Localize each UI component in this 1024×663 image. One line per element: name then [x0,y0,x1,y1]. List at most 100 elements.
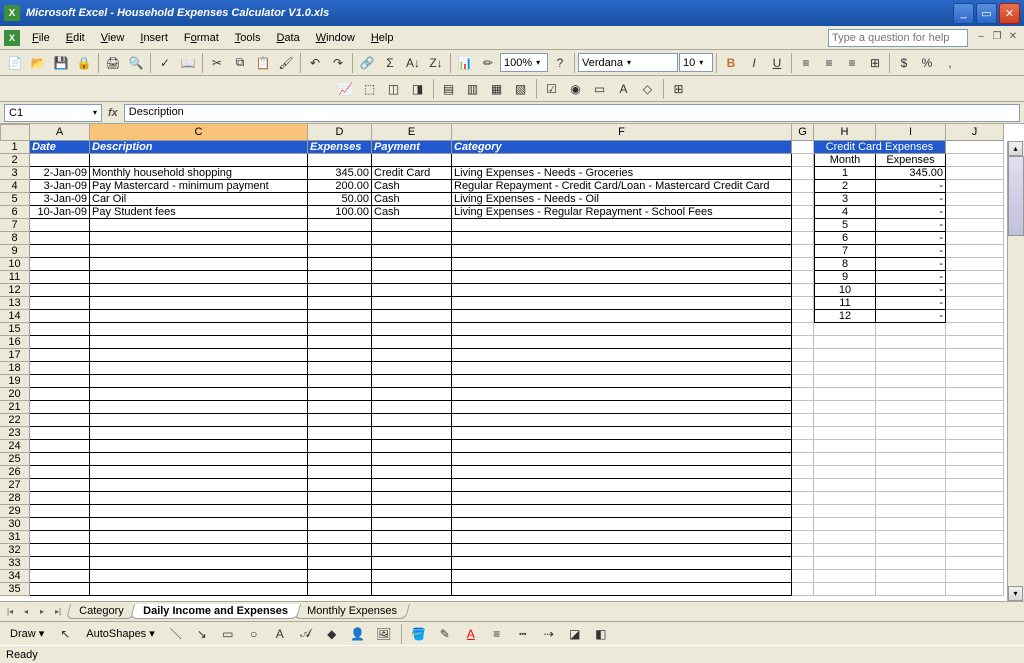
menu-data[interactable]: Data [268,29,307,47]
rect-icon[interactable]: ▭ [217,623,239,645]
cell[interactable] [946,557,1004,570]
italic-icon[interactable]: I [743,52,765,74]
cell[interactable]: 1 [814,167,876,180]
cell[interactable] [792,245,814,258]
cell[interactable] [372,310,452,323]
cell[interactable] [876,440,946,453]
row-header[interactable]: 26 [0,466,30,479]
picture-icon[interactable]: 🖼 [373,623,395,645]
tb2-icon[interactable]: 📈 [335,78,357,100]
cell[interactable]: 3-Jan-09 [30,180,90,193]
cell[interactable] [792,154,814,167]
cell[interactable]: 11 [814,297,876,310]
cell[interactable] [814,570,876,583]
cell[interactable] [876,531,946,544]
cell[interactable] [792,193,814,206]
cell[interactable] [308,427,372,440]
cell[interactable]: - [876,206,946,219]
cell[interactable]: 7 [814,245,876,258]
close-button[interactable]: ✕ [999,3,1020,24]
cell[interactable] [876,349,946,362]
cell[interactable] [946,154,1004,167]
cell[interactable] [452,258,792,271]
sheet-tab[interactable]: Daily Income and Expenses [130,604,301,619]
cell[interactable]: Expenses [876,154,946,167]
cell[interactable] [814,388,876,401]
cell[interactable]: Date [30,141,90,154]
cell[interactable] [30,401,90,414]
col-header[interactable]: G [792,124,814,141]
cell[interactable]: - [876,310,946,323]
col-header[interactable]: J [946,124,1004,141]
row-header[interactable]: 30 [0,518,30,531]
cell[interactable] [90,271,308,284]
cell[interactable] [452,362,792,375]
menu-tools[interactable]: Tools [227,29,269,47]
cell[interactable] [372,531,452,544]
cell[interactable] [308,232,372,245]
cell[interactable] [792,388,814,401]
cell[interactable]: Cash [372,206,452,219]
cell[interactable] [372,297,452,310]
fontsize-combo[interactable]: 10▾ [679,53,713,72]
cell[interactable] [90,258,308,271]
cell[interactable]: - [876,245,946,258]
cell[interactable] [452,531,792,544]
row-header[interactable]: 22 [0,414,30,427]
3d-icon[interactable]: ◧ [590,623,612,645]
cell[interactable]: 8 [814,258,876,271]
row-header[interactable]: 16 [0,336,30,349]
cell[interactable]: - [876,193,946,206]
cell[interactable] [90,245,308,258]
cell[interactable]: 2-Jan-09 [30,167,90,180]
cell[interactable] [452,297,792,310]
cell[interactable]: - [876,232,946,245]
cell[interactable]: 200.00 [308,180,372,193]
cell[interactable] [30,453,90,466]
menu-window[interactable]: Window [308,29,363,47]
cell[interactable] [372,479,452,492]
cell[interactable]: Credit Card [372,167,452,180]
cell[interactable] [792,479,814,492]
cell[interactable] [372,388,452,401]
cell[interactable] [372,154,452,167]
cell[interactable] [946,531,1004,544]
undo-icon[interactable]: ↶ [304,52,326,74]
cell[interactable] [452,583,792,596]
row-header[interactable]: 5 [0,193,30,206]
shadow-icon[interactable]: ◪ [564,623,586,645]
cell[interactable] [792,206,814,219]
cell[interactable] [814,362,876,375]
cell[interactable] [372,349,452,362]
cell[interactable] [372,245,452,258]
cell[interactable] [90,531,308,544]
cell[interactable]: - [876,297,946,310]
draw-menu[interactable]: Draw ▾ [4,625,50,642]
fill-color-icon[interactable]: 🪣 [408,623,430,645]
cell[interactable] [372,518,452,531]
bold-icon[interactable]: B [720,52,742,74]
cell[interactable] [90,427,308,440]
tab-last-icon[interactable]: ▸| [50,604,66,620]
cell[interactable] [452,284,792,297]
cell[interactable] [792,414,814,427]
col-header[interactable]: E [372,124,452,141]
cell[interactable] [814,466,876,479]
cell[interactable] [372,492,452,505]
cell[interactable] [876,323,946,336]
cell[interactable] [90,310,308,323]
cell[interactable] [876,336,946,349]
currency-icon[interactable]: $ [893,52,915,74]
tb2-icon[interactable]: ⊞ [668,78,690,100]
cell[interactable] [308,310,372,323]
cell[interactable] [946,310,1004,323]
autoshapes-menu[interactable]: AutoShapes ▾ [80,625,161,642]
row-header[interactable]: 23 [0,427,30,440]
cell[interactable] [792,583,814,596]
format-painter-icon[interactable]: 🖌 [275,52,297,74]
cell[interactable] [30,284,90,297]
cell[interactable]: - [876,180,946,193]
cell[interactable] [30,466,90,479]
cell[interactable] [814,414,876,427]
sort-desc-icon[interactable]: Z↓ [425,52,447,74]
